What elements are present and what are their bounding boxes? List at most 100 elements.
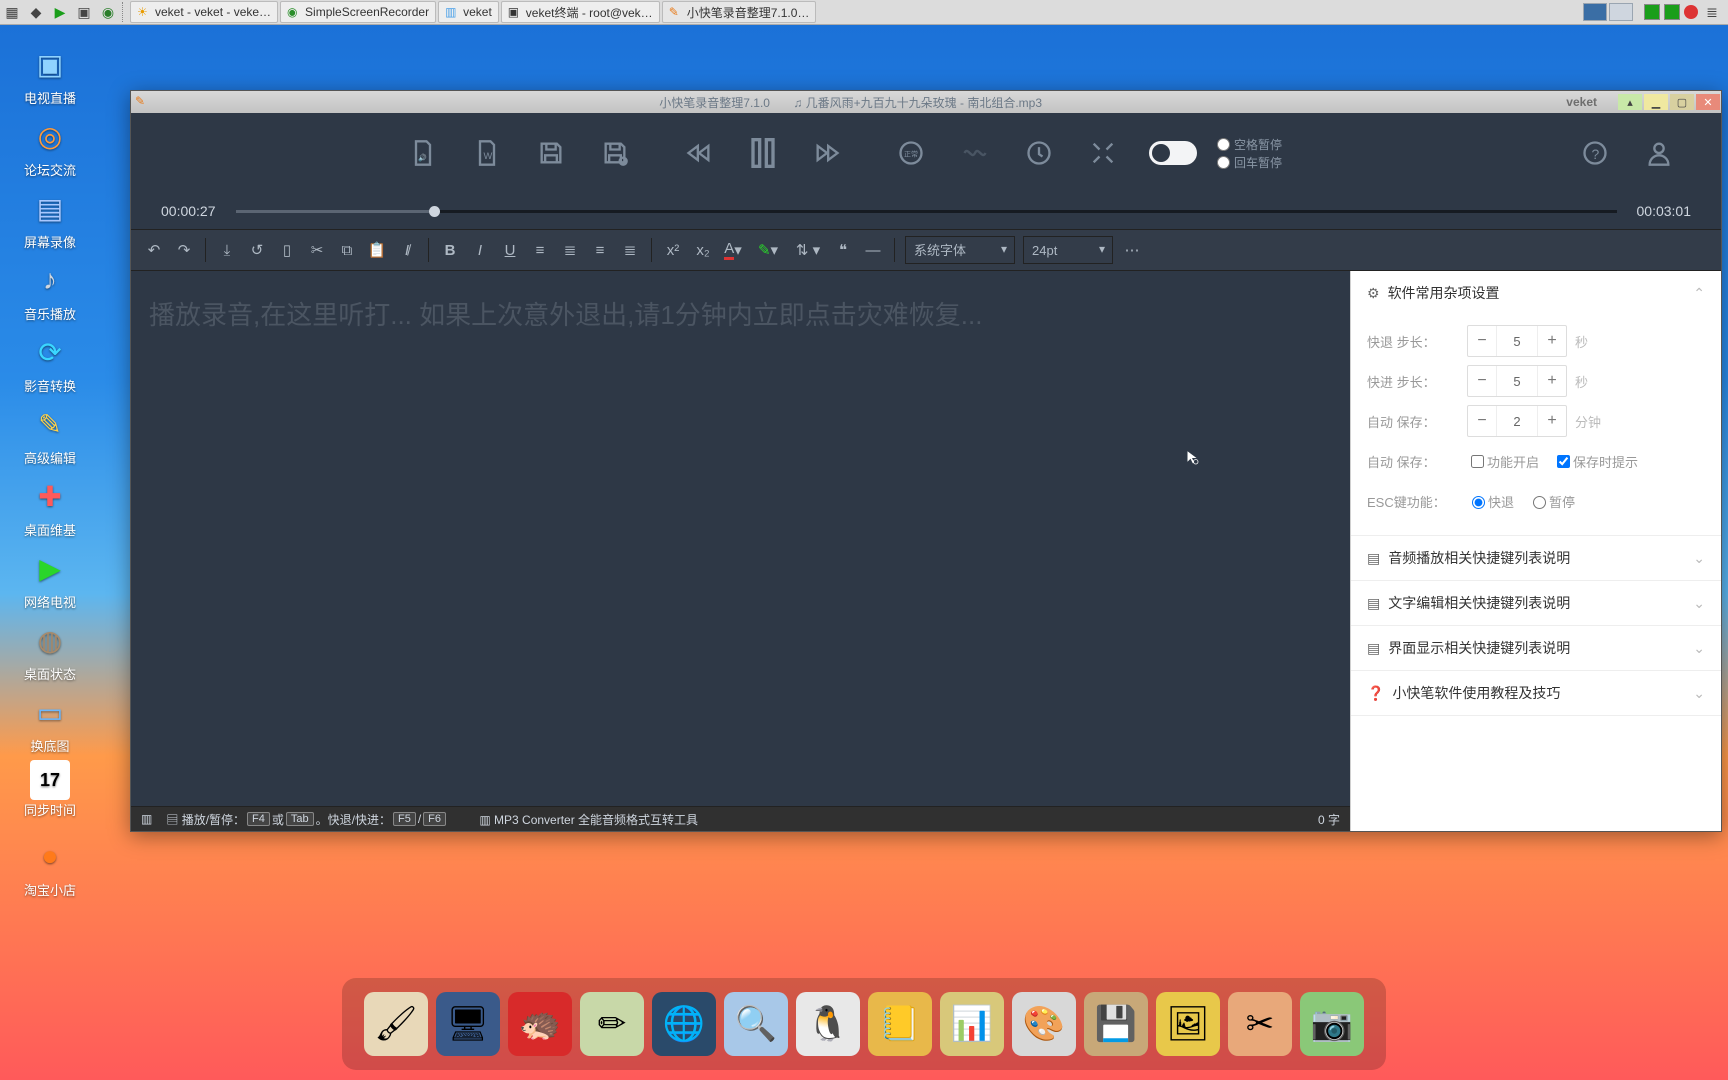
close-button[interactable]: ✕: [1696, 94, 1720, 110]
esc-rewind-radio[interactable]: 快退: [1467, 492, 1514, 511]
forward-button[interactable]: [805, 131, 849, 175]
new-doc-button[interactable]: ▯: [272, 235, 302, 265]
theme-toggle[interactable]: [1149, 141, 1197, 165]
taskbar-button-screenrecorder[interactable]: ◉ SimpleScreenRecorder: [280, 1, 436, 23]
dock-item-10[interactable]: 🎨: [1012, 992, 1076, 1056]
desktop-icon-record[interactable]: ▤屏幕录像: [10, 184, 90, 256]
font-color-button[interactable]: A ▾: [718, 235, 748, 265]
desktop-icon-convert[interactable]: ⟳影音转换: [10, 328, 90, 400]
dock-item-3[interactable]: 🦔: [508, 992, 572, 1056]
tray-globe-icon[interactable]: ◉: [98, 2, 118, 22]
dock-item-2[interactable]: 🖥: [436, 992, 500, 1056]
history-button[interactable]: ↺: [242, 235, 272, 265]
font-size-select[interactable]: 24pt: [1023, 236, 1113, 264]
minus-button[interactable]: −: [1468, 327, 1496, 355]
rewind-step-input[interactable]: [1496, 326, 1538, 356]
forward-step-input[interactable]: [1496, 366, 1538, 396]
desktop-icon-wiki[interactable]: ✚桌面维基: [10, 472, 90, 544]
more-button[interactable]: ⋯: [1117, 235, 1147, 265]
user-button[interactable]: [1637, 131, 1681, 175]
align-justify-button[interactable]: ≣: [615, 235, 645, 265]
workspace-1[interactable]: [1583, 3, 1607, 21]
desktop-icon-status[interactable]: ◍桌面状态: [10, 616, 90, 688]
underline-button[interactable]: U: [495, 235, 525, 265]
esc-pause-radio[interactable]: 暂停: [1528, 492, 1575, 511]
dock-item-9[interactable]: 📊: [940, 992, 1004, 1056]
tray-play-icon[interactable]: ▶: [50, 2, 70, 22]
dock-item-11[interactable]: 💾: [1084, 992, 1148, 1056]
minus-button[interactable]: −: [1468, 407, 1496, 435]
dock-item-5[interactable]: 🌐: [652, 992, 716, 1056]
subscript-button[interactable]: x₂: [688, 235, 718, 265]
pause-space-radio[interactable]: 空格暂停: [1217, 135, 1282, 153]
desktop-icon-edit[interactable]: ✎高级编辑: [10, 400, 90, 472]
wave-button[interactable]: [953, 131, 997, 175]
seek-knob[interactable]: [429, 206, 440, 217]
seek-track[interactable]: [236, 210, 1617, 213]
pin-button[interactable]: [1017, 131, 1061, 175]
italic-button[interactable]: I: [465, 235, 495, 265]
desktop-icon-music[interactable]: ♪音乐播放: [10, 256, 90, 328]
open-audio-button[interactable]: 🔊: [401, 131, 445, 175]
save-as-button[interactable]: [593, 131, 637, 175]
autosave-enable-checkbox[interactable]: 功能开启: [1467, 452, 1539, 471]
save-button[interactable]: [529, 131, 573, 175]
dock-item-14[interactable]: 📷: [1300, 992, 1364, 1056]
section-tips[interactable]: ❓小快笔软件使用教程及技巧⌄: [1351, 671, 1721, 715]
line-height-button[interactable]: ⇅ ▾: [788, 235, 828, 265]
taskbar-button-folder[interactable]: ▥ veket: [438, 1, 499, 23]
section-ui-keys[interactable]: ▤界面显示相关快捷键列表说明⌄: [1351, 626, 1721, 670]
desktop-icon-time[interactable]: 17同步时间: [10, 760, 90, 832]
taskbar-button-terminal[interactable]: ▣ veket终端 - root@vek…: [501, 1, 660, 23]
tray-terminal-icon[interactable]: ▣: [74, 2, 94, 22]
align-right-button[interactable]: ≡: [585, 235, 615, 265]
rewind-button[interactable]: [677, 131, 721, 175]
superscript-button[interactable]: x²: [658, 235, 688, 265]
section-audio-keys[interactable]: ▤音频播放相关快捷键列表说明⌄: [1351, 536, 1721, 580]
highlight-button[interactable]: ✎ ▾: [748, 235, 788, 265]
cut-button[interactable]: ✂: [302, 235, 332, 265]
autosave-stepper[interactable]: − +: [1467, 405, 1567, 437]
dock-item-8[interactable]: 📒: [868, 992, 932, 1056]
plus-button[interactable]: +: [1538, 407, 1566, 435]
forward-step-stepper[interactable]: − +: [1467, 365, 1567, 397]
tray-box-green[interactable]: [1644, 4, 1660, 20]
rollup-button[interactable]: ▴: [1618, 94, 1642, 110]
minus-button[interactable]: −: [1468, 367, 1496, 395]
workspace-2[interactable]: [1609, 3, 1633, 21]
desktop-icon-taobao[interactable]: ●淘宝小店: [10, 832, 90, 904]
speed-normal-button[interactable]: 正常: [889, 131, 933, 175]
tray-box-green2[interactable]: [1664, 4, 1680, 20]
quote-button[interactable]: ❝: [828, 235, 858, 265]
editor-area[interactable]: 播放录音,在这里听打... 如果上次意外退出,请1分钟内立即点击灾难恢复...: [131, 271, 1350, 806]
recover-button[interactable]: ⤓: [212, 235, 242, 265]
align-center-button[interactable]: ≣: [555, 235, 585, 265]
desktop-icon-forum[interactable]: ◎论坛交流: [10, 112, 90, 184]
plus-button[interactable]: +: [1538, 327, 1566, 355]
rewind-step-stepper[interactable]: − +: [1467, 325, 1567, 357]
tray-windows-icon[interactable]: ◆: [26, 2, 46, 22]
section-settings-header[interactable]: ⚙ 软件常用杂项设置 ⌃: [1351, 271, 1721, 315]
hr-button[interactable]: —: [858, 235, 888, 265]
help-button[interactable]: ?: [1573, 131, 1617, 175]
align-left-button[interactable]: ≡: [525, 235, 555, 265]
font-family-select[interactable]: 系统字体: [905, 236, 1015, 264]
autosave-prompt-checkbox[interactable]: 保存时提示: [1553, 452, 1638, 471]
minimize-button[interactable]: ▁: [1644, 94, 1668, 110]
paste-button[interactable]: 📋: [362, 235, 392, 265]
tray-menu-icon[interactable]: ≣: [1702, 2, 1722, 22]
desktop-icon-wallpaper[interactable]: ▭换底图: [10, 688, 90, 760]
clear-format-button[interactable]: I̸: [392, 235, 422, 265]
tray-monitor-icon[interactable]: ▦: [2, 2, 22, 22]
bold-button[interactable]: B: [435, 235, 465, 265]
pause-enter-radio[interactable]: 回车暂停: [1217, 153, 1282, 171]
mp3-converter-link[interactable]: ▥ MP3 Converter 全能音频格式互转工具: [479, 811, 698, 828]
section-text-keys[interactable]: ▤文字编辑相关快捷键列表说明⌄: [1351, 581, 1721, 625]
fullscreen-button[interactable]: [1081, 131, 1125, 175]
copy-button[interactable]: ⧉: [332, 235, 362, 265]
desktop-icon-nettv[interactable]: ▶网络电视: [10, 544, 90, 616]
dock-item-4[interactable]: ✏: [580, 992, 644, 1056]
dock-item-1[interactable]: 🖌: [364, 992, 428, 1056]
taskbar-button-app[interactable]: ✎ 小快笔录音整理7.1.0…: [662, 1, 817, 23]
maximize-button[interactable]: ▢: [1670, 94, 1694, 110]
